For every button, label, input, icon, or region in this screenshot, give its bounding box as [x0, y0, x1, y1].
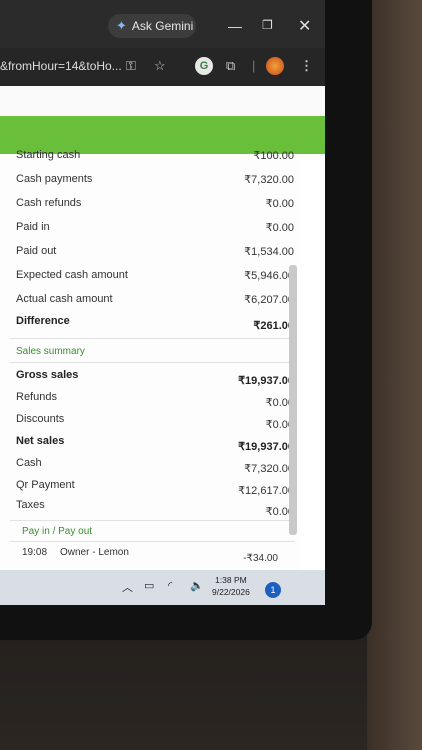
pay-in-out-row: 19:08 Owner - Lemon -₹34.00 [0, 544, 300, 564]
bookmark-star-icon[interactable]: ☆ [154, 58, 166, 74]
report-row: Starting cash ₹100.00 [0, 146, 300, 166]
volume-icon[interactable]: 🔈 [190, 579, 204, 592]
browser-title-bar: ✦ Ask Gemini — ❐ ✕ [0, 0, 325, 48]
report-row: Expected cash amount ₹5,946.00 [0, 266, 300, 286]
clock-time: 1:38 PM [215, 575, 247, 585]
sales-summary-title: Sales summary [16, 346, 85, 357]
shift-report: Starting cash ₹100.00 Cash payments ₹7,3… [0, 149, 300, 570]
report-row: Cash payments ₹7,320.00 [0, 170, 300, 190]
row-label: Cash refunds [16, 197, 82, 209]
password-key-icon[interactable]: ⚿ [126, 58, 136, 74]
entry-amount: -₹34.00 [243, 553, 278, 564]
row-value: ₹5,946.00 [244, 270, 294, 282]
report-row: Discounts ₹0.00 [0, 410, 300, 431]
report-row: Net sales ₹19,937.00 [0, 432, 300, 453]
report-row: Paid out ₹1,534.00 [0, 242, 300, 262]
row-label: Cash [16, 457, 42, 469]
section-divider [10, 362, 295, 363]
battery-icon[interactable]: ▭ [144, 579, 154, 592]
pay-in-out-title: Pay in / Pay out [22, 526, 93, 537]
difference-row: Difference ₹261.00 [0, 312, 300, 332]
grammarly-extension-icon[interactable]: G [195, 57, 213, 75]
row-label: Expected cash amount [16, 269, 128, 281]
restore-icon[interactable]: ❐ [262, 18, 273, 32]
row-label: Cash payments [16, 173, 93, 185]
minimize-icon[interactable]: — [228, 18, 242, 34]
row-value: ₹7,320.00 [244, 463, 294, 475]
row-value: ₹1,534.00 [244, 246, 294, 258]
tray-chevron-up-icon[interactable]: ︿ [122, 579, 133, 595]
report-row: Cash refunds ₹0.00 [0, 194, 300, 214]
row-label: Gross sales [16, 369, 79, 381]
notification-icon[interactable]: 1 [265, 582, 281, 598]
address-bar: &fromHour=14&toHo... ⚿ ☆ G ⧉ | ⋮ [0, 48, 325, 86]
row-label: Taxes [16, 499, 45, 511]
report-row: Refunds ₹0.00 [0, 388, 300, 409]
row-label: Difference [16, 315, 70, 327]
windows-taskbar: ︿ ▭ ◜ 🔈 1:38 PM 9/22/2026 1 [0, 570, 325, 605]
report-row: Gross sales ₹19,937.00 [0, 366, 300, 387]
row-label: Actual cash amount [16, 293, 113, 305]
section-divider [10, 520, 295, 521]
report-row: Qr Payment ₹12,617.00 [0, 476, 300, 497]
report-row: Actual cash amount ₹6,207.00 [0, 290, 300, 310]
toolbar-divider: | [252, 58, 256, 73]
row-value: ₹7,320.00 [244, 174, 294, 186]
row-value: ₹261.00 [253, 320, 294, 332]
wifi-icon[interactable]: ◜ [168, 579, 172, 592]
section-divider [10, 541, 295, 542]
ask-gemini-label: Ask Gemini [131, 19, 194, 33]
row-label: Paid out [16, 245, 57, 257]
laptop-screen: ✦ Ask Gemini — ❐ ✕ &fromHour=14&toHo... … [0, 0, 325, 605]
report-row: Taxes ₹0.00 [0, 496, 300, 518]
row-value: ₹0.00 [265, 198, 294, 210]
report-row: Cash ₹7,320.00 [0, 454, 300, 475]
entry-time: 19:08 [22, 547, 48, 558]
report-row: Paid in ₹0.00 [0, 218, 300, 238]
page-scrollbar[interactable] [289, 265, 297, 535]
row-label: Qr Payment [16, 479, 75, 491]
row-label: Paid in [16, 221, 50, 233]
url-text[interactable]: &fromHour=14&toHo... [0, 59, 122, 73]
row-value: ₹100.00 [253, 150, 294, 162]
extensions-puzzle-icon[interactable]: ⧉ [226, 58, 235, 74]
photo-background: ✦ Ask Gemini — ❐ ✕ &fromHour=14&toHo... … [0, 0, 422, 750]
entry-owner: Owner - Lemon [60, 547, 129, 558]
row-value: ₹19,937.00 [238, 441, 294, 453]
more-menu-icon[interactable]: ⋮ [300, 58, 313, 74]
section-divider [10, 338, 295, 339]
row-label: Starting cash [16, 149, 81, 161]
row-value: ₹6,207.00 [244, 294, 294, 306]
ask-gemini-button[interactable]: ✦ Ask Gemini [108, 14, 196, 38]
row-value: ₹19,937.00 [238, 375, 294, 387]
profile-avatar-icon[interactable] [266, 57, 284, 75]
background-wall [367, 0, 422, 750]
row-label: Refunds [16, 391, 57, 403]
row-label: Discounts [16, 413, 65, 425]
close-icon[interactable]: ✕ [298, 16, 311, 36]
page-top-area [0, 86, 325, 116]
taskbar-clock[interactable]: 1:38 PM 9/22/2026 [212, 574, 250, 598]
laptop-bezel: ✦ Ask Gemini — ❐ ✕ &fromHour=14&toHo... … [0, 0, 372, 640]
gemini-sparkle-icon: ✦ [116, 18, 127, 33]
clock-date: 9/22/2026 [212, 587, 250, 597]
row-label: Net sales [16, 435, 65, 447]
row-value: ₹0.00 [265, 222, 294, 234]
